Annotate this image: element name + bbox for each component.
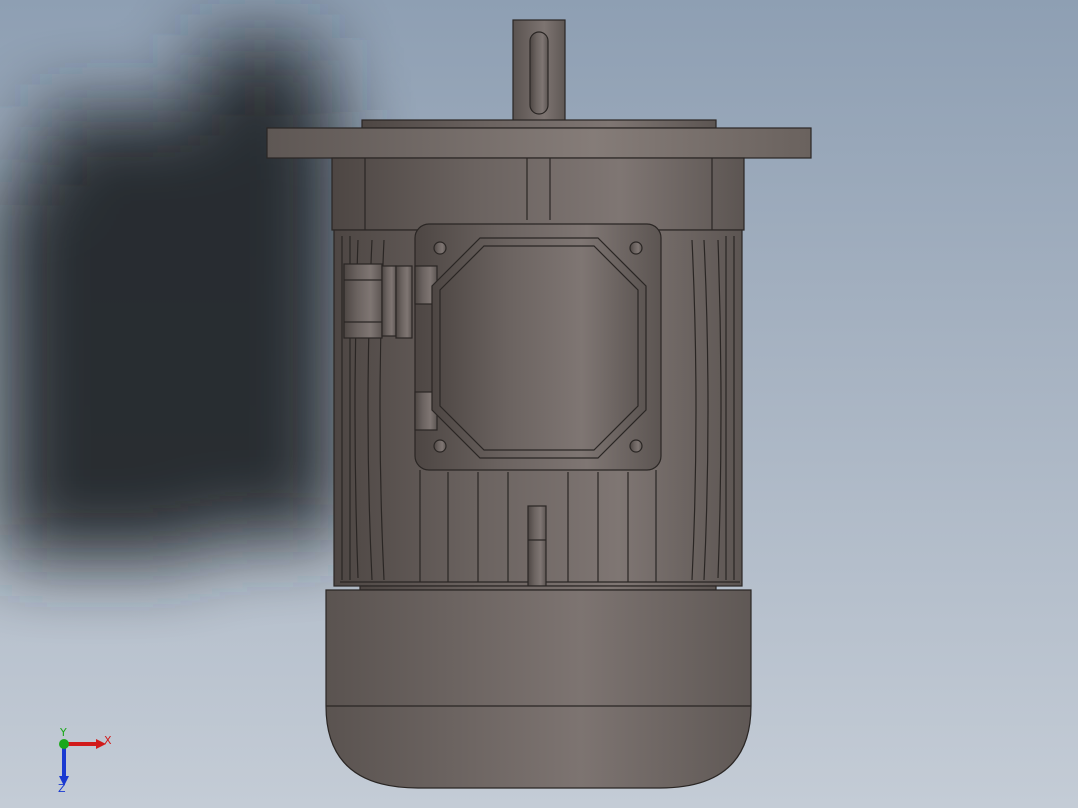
motor-model[interactable] bbox=[0, 0, 1078, 808]
cable-gland-nut bbox=[343, 263, 383, 339]
shaft-keyway bbox=[529, 31, 549, 115]
ground-latch bbox=[527, 505, 547, 587]
terminal-screw-br bbox=[629, 439, 643, 453]
terminal-screw-bl bbox=[433, 439, 447, 453]
y-axis-label: Y bbox=[59, 726, 67, 739]
y-axis-dot bbox=[59, 739, 69, 749]
terminal-screw-tr bbox=[629, 241, 643, 255]
terminal-box-lid bbox=[431, 237, 647, 459]
z-axis-label: Z bbox=[58, 782, 66, 795]
fan-cover bbox=[325, 589, 752, 789]
end-shield bbox=[331, 157, 745, 231]
x-axis-label: X bbox=[104, 734, 112, 747]
cable-gland-collar bbox=[395, 265, 413, 339]
terminal-screw-tl bbox=[433, 241, 447, 255]
axis-triad: X Y Z bbox=[58, 726, 112, 795]
cable-gland-body bbox=[381, 265, 397, 337]
cad-viewport[interactable]: X Y Z bbox=[0, 0, 1078, 808]
motor-flange bbox=[266, 127, 812, 159]
motor-flange-top bbox=[361, 119, 717, 129]
